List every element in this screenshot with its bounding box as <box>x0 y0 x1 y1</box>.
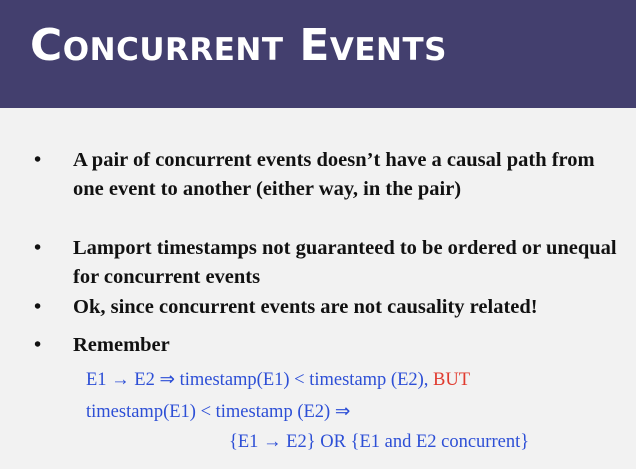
formula-line-3: {E1 → E2} OR {E1 and E2 concurrent} <box>229 432 530 452</box>
bullet-item: • Remember <box>34 331 619 360</box>
bullet-text: A pair of concurrent events doesn’t have… <box>73 149 595 200</box>
bullet-dot: • <box>34 237 42 259</box>
bullet-item: • Lamport timestamps not guaranteed to b… <box>34 234 619 292</box>
bullet-dot: • <box>34 149 42 171</box>
bullet-text: Ok, since concurrent events are not caus… <box>73 296 538 318</box>
bullet-dot: • <box>34 296 42 318</box>
bullet-item: • Ok, since concurrent events are not ca… <box>34 293 619 322</box>
slide-content: • A pair of concurrent events doesn’t ha… <box>0 108 636 469</box>
formula-line-1: E1 → E2 ⇒ timestamp(E1) < timestamp (E2)… <box>86 367 470 393</box>
bullet-text: Lamport timestamps not guaranteed to be … <box>73 237 617 288</box>
bullet-text: Remember <box>73 334 170 356</box>
slide-title: Concurrent Events <box>30 20 447 71</box>
title-bar: Concurrent Events <box>0 0 636 108</box>
bullet-item: • A pair of concurrent events doesn’t ha… <box>34 146 619 204</box>
formula-but: BUT <box>433 370 471 390</box>
formula-implication: E1 → E2 ⇒ timestamp(E1) < timestamp (E2)… <box>86 370 429 390</box>
bullet-dot: • <box>34 334 42 356</box>
formula-line-2: timestamp(E1) < timestamp (E2) ⇒ <box>86 402 351 422</box>
